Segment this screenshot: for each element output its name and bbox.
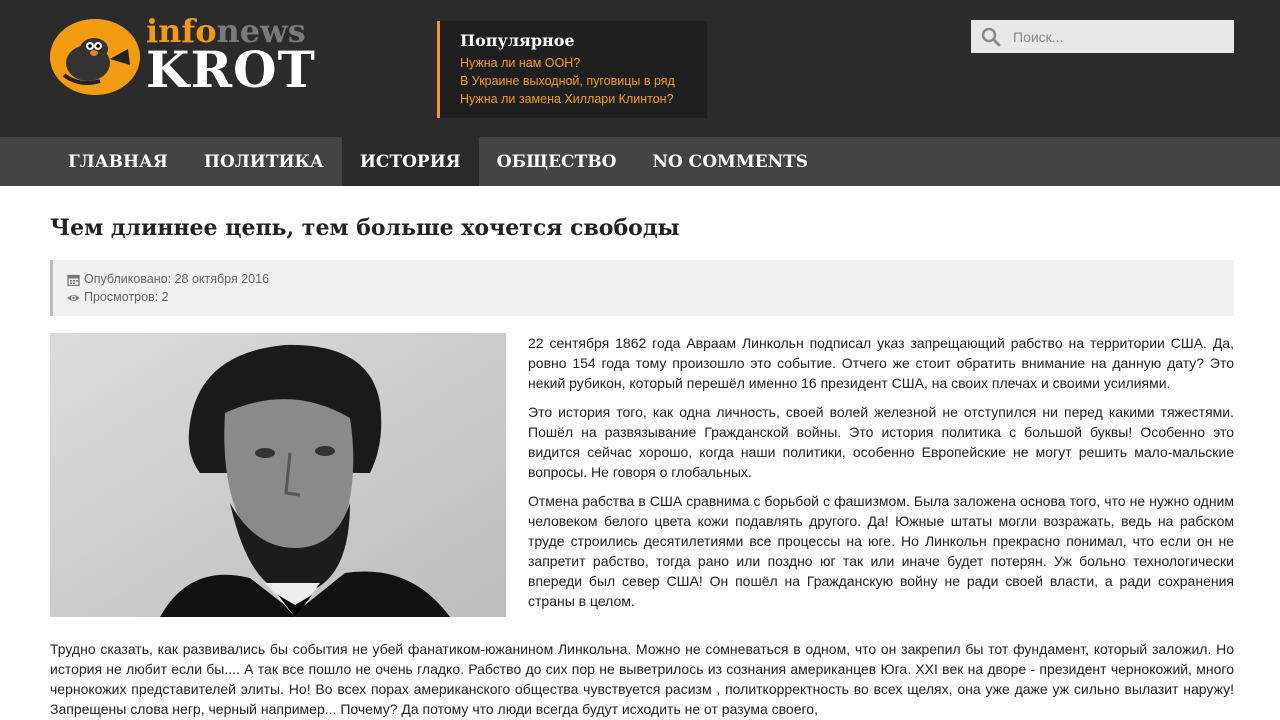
view-count: Просмотров: 2: [84, 290, 169, 304]
published-date: Опубликовано: 28 октября 2016: [84, 272, 270, 286]
search-input[interactable]: [1013, 20, 1228, 53]
nav-item-society[interactable]: ОБЩЕСТВО: [479, 137, 635, 186]
popular-title: Популярное: [460, 31, 575, 50]
article-paragraph: Это история того, как одна личность, сво…: [528, 404, 1234, 480]
eye-icon: [67, 291, 80, 303]
article-meta: Опубликовано: 28 октября 2016 Просмотров…: [50, 260, 1234, 316]
logo-word-krot: KROT: [146, 40, 316, 99]
search-box: [971, 20, 1234, 53]
site-logo[interactable]: infonews KROT: [50, 12, 350, 99]
article-paragraph: Трудно сказать, как развивались бы событ…: [50, 641, 1234, 717]
nav-item-history[interactable]: ИСТОРИЯ: [341, 137, 479, 186]
site-header: infonews KROT Популярное Нужна ли нам ОО…: [0, 0, 1280, 137]
popular-link[interactable]: В Украине выходной, пуговицы в ряд: [460, 72, 707, 90]
popular-link[interactable]: Нужна ли нам ООН?: [460, 54, 707, 72]
popular-link[interactable]: Нужна ли замена Хиллари Клинтон?: [460, 90, 707, 108]
calendar-icon: [67, 273, 80, 287]
popular-box: Популярное Нужна ли нам ООН? В Украине в…: [437, 21, 707, 118]
nav-item-home[interactable]: ГЛАВНАЯ: [50, 137, 186, 186]
article-title: Чем длиннее цепь, тем больше хочется сво…: [50, 215, 680, 241]
article-body: 22 сентября 1862 года Авраам Линкольн по…: [528, 333, 1234, 620]
article-paragraph: 22 сентября 1862 года Авраам Линкольн по…: [528, 335, 1234, 391]
article-paragraph: Отмена рабства в США сравнима с борьбой …: [528, 493, 1234, 609]
search-icon[interactable]: [981, 27, 1001, 47]
mole-mascot-icon: [50, 19, 140, 95]
nav-item-politics[interactable]: ПОЛИТИКА: [186, 137, 342, 186]
nav-item-no-comments[interactable]: NO COMMENTS: [634, 137, 826, 186]
main-nav: ГЛАВНАЯ ПОЛИТИКА ИСТОРИЯ ОБЩЕСТВО NO COM…: [0, 137, 1280, 186]
lincoln-portrait-image: [50, 333, 506, 617]
